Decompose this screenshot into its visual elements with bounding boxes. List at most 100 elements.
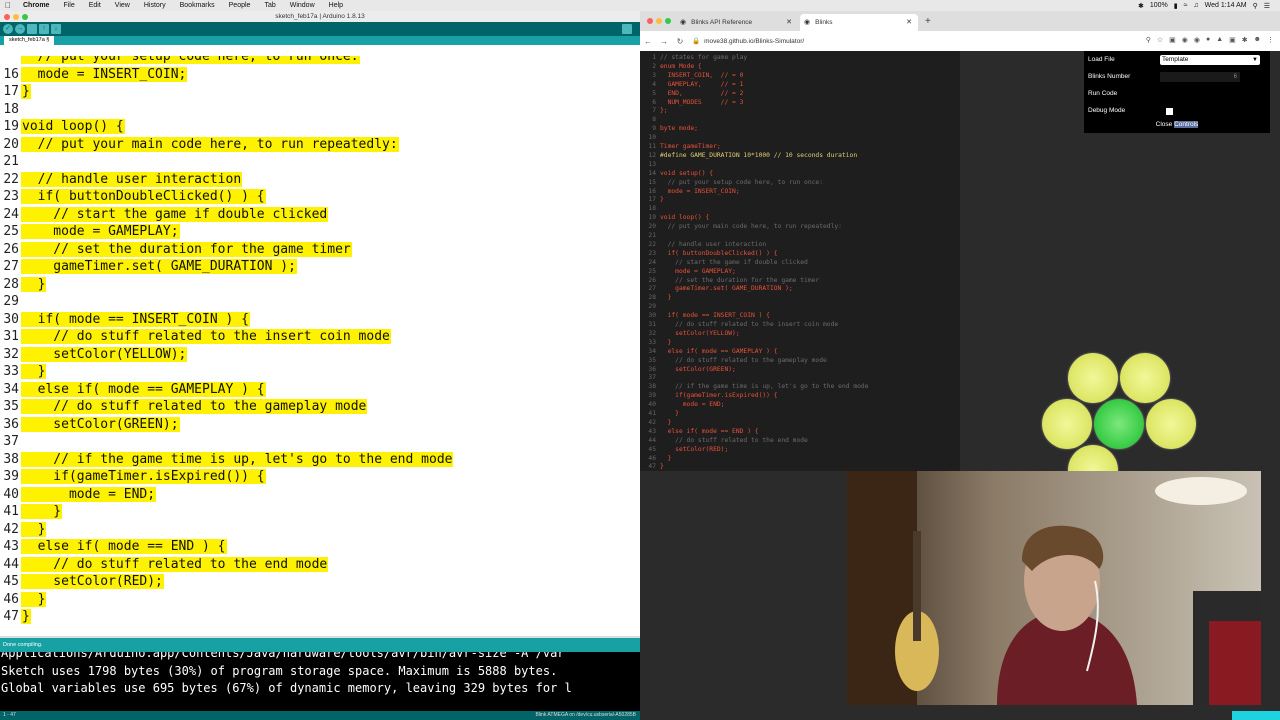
star-icon[interactable]: ☆ bbox=[1157, 36, 1163, 44]
puzzle-icon[interactable]: ✱ bbox=[1242, 36, 1248, 44]
zoom-icon[interactable]: ⚲ bbox=[1146, 36, 1151, 44]
code-line[interactable]: 37 bbox=[0, 433, 23, 451]
sim-code-line[interactable]: 36 setColor(GREEN); bbox=[640, 365, 735, 374]
code-line[interactable]: 24 // start the game if double clicked bbox=[0, 206, 329, 224]
upload-icon[interactable]: → bbox=[15, 24, 25, 34]
sim-code-line[interactable]: 10 bbox=[640, 133, 660, 142]
close-controls-button[interactable]: Close Controls bbox=[1084, 121, 1270, 133]
menubar-clock[interactable]: Wed 1:14 AM bbox=[1205, 2, 1247, 9]
code-line[interactable]: 18 bbox=[0, 101, 23, 119]
save-sketch-icon[interactable]: ↓ bbox=[51, 24, 61, 34]
code-line[interactable]: 33 } bbox=[0, 363, 47, 381]
sim-code-line[interactable]: 27 gameTimer.set( GAME_DURATION ); bbox=[640, 284, 792, 293]
sim-code-line[interactable]: 42 } bbox=[640, 418, 671, 427]
code-line[interactable]: // put your setup code here, to run once… bbox=[0, 56, 360, 66]
menu-edit[interactable]: Edit bbox=[82, 2, 108, 9]
sim-code-line[interactable]: 33 } bbox=[640, 338, 671, 347]
extension-icon[interactable]: ▣ bbox=[1169, 36, 1176, 44]
sim-code-line[interactable]: 45 setColor(RED); bbox=[640, 445, 728, 454]
code-line[interactable]: 22 // handle user interaction bbox=[0, 171, 243, 189]
serial-monitor-icon[interactable] bbox=[622, 24, 632, 34]
code-editor[interactable]: // put your setup code here, to run once… bbox=[0, 56, 640, 636]
menu-app-name[interactable]: Chrome bbox=[16, 2, 56, 9]
sim-code-line[interactable]: 39 if(gameTimer.isExpired()) { bbox=[640, 391, 777, 400]
sim-code-line[interactable]: 29 bbox=[640, 302, 660, 311]
menu-file[interactable]: File bbox=[56, 2, 81, 9]
code-line[interactable]: 25 mode = GAMEPLAY; bbox=[0, 223, 180, 241]
sim-code-line[interactable]: 38 // if the game time is up, let's go t… bbox=[640, 382, 868, 391]
verify-icon[interactable]: ✓ bbox=[3, 24, 13, 34]
volume-icon[interactable]: ♫ bbox=[1193, 2, 1198, 9]
code-line[interactable]: 31 // do stuff related to the insert coi… bbox=[0, 328, 391, 346]
sim-code-line[interactable]: 4 GAMEPLAY, // = 1 bbox=[640, 80, 743, 89]
avatar[interactable]: ☻ bbox=[1254, 36, 1261, 44]
load-file-select[interactable]: Template ▼ bbox=[1160, 55, 1260, 65]
sim-code-line[interactable]: 46 } bbox=[640, 454, 671, 463]
sim-code-line[interactable]: 15 // put your setup code here, to run o… bbox=[640, 178, 823, 187]
code-line[interactable]: 34 else if( mode == GAMEPLAY ) { bbox=[0, 381, 266, 399]
code-line[interactable]: 19 void loop() { bbox=[0, 118, 125, 136]
sim-code-line[interactable]: 16 mode = INSERT_COIN; bbox=[640, 187, 739, 196]
code-line[interactable]: 47} bbox=[0, 608, 31, 626]
sim-code-line[interactable]: 20 // put your main code here, to run re… bbox=[640, 222, 842, 231]
extension-icon[interactable]: ◉ bbox=[1182, 36, 1188, 44]
sim-code-line[interactable]: 44 // do stuff related to the end mode bbox=[640, 436, 807, 445]
sim-code-line[interactable]: 26 // set the duration for the game time… bbox=[640, 276, 819, 285]
blink-tile[interactable] bbox=[1068, 353, 1118, 403]
sim-code-line[interactable]: 3 INSERT_COIN, // = 0 bbox=[640, 71, 743, 80]
code-line[interactable]: 35 // do stuff related to the gameplay m… bbox=[0, 398, 368, 416]
code-line[interactable]: 23 if( buttonDoubleClicked() ) { bbox=[0, 188, 266, 206]
extension-icon[interactable]: ◉ bbox=[1194, 36, 1200, 44]
code-line[interactable]: 43 else if( mode == END ) { bbox=[0, 538, 227, 556]
code-line[interactable]: 16 mode = INSERT_COIN; bbox=[0, 66, 188, 84]
sim-code-line[interactable]: 2 enum Mode { bbox=[640, 62, 702, 71]
sim-code-line[interactable]: 14 void setup() { bbox=[640, 169, 713, 178]
tab-close-icon[interactable]: ✕ bbox=[786, 14, 792, 31]
url-field[interactable]: 🔒 move38.github.io/Blinks-Simulator/ bbox=[692, 37, 804, 46]
chrome-close-icon[interactable] bbox=[647, 18, 653, 24]
code-line[interactable]: 38 // if the game time is up, let's go t… bbox=[0, 451, 454, 469]
code-line[interactable]: 39 if(gameTimer.isExpired()) { bbox=[0, 468, 266, 486]
extension-icon[interactable]: ▲ bbox=[1216, 36, 1223, 44]
sim-code-line[interactable]: 6 NUM_MODES // = 3 bbox=[640, 98, 743, 107]
back-icon[interactable]: ← bbox=[640, 37, 656, 46]
code-line[interactable]: 45 setColor(RED); bbox=[0, 573, 164, 591]
bluetooth-icon[interactable]: ✱ bbox=[1138, 2, 1144, 10]
sim-code-line[interactable]: 22 // handle user interaction bbox=[640, 240, 766, 249]
sim-code-line[interactable]: 8 bbox=[640, 115, 660, 124]
blink-tile[interactable] bbox=[1120, 353, 1170, 403]
menu-bookmarks[interactable]: Bookmarks bbox=[173, 2, 222, 9]
code-line[interactable]: 26 // set the duration for the game time… bbox=[0, 241, 352, 259]
sim-code-line[interactable]: 24 // start the game if double clicked bbox=[640, 258, 807, 267]
sim-code-line[interactable]: 12 #define GAME_DURATION 10*1000 // 10 se… bbox=[640, 151, 857, 160]
menu-window[interactable]: Window bbox=[283, 2, 322, 9]
control-center-icon[interactable]: ☰ bbox=[1264, 2, 1270, 10]
sim-code-line[interactable]: 32 setColor(YELLOW); bbox=[640, 329, 739, 338]
sim-code-line[interactable]: 17} bbox=[640, 195, 663, 204]
apple-icon[interactable]:  bbox=[0, 1, 16, 10]
sim-code-line[interactable]: 30 if( mode == INSERT_COIN ) { bbox=[640, 311, 770, 320]
debug-mode-checkbox[interactable] bbox=[1166, 108, 1173, 115]
code-line[interactable]: 32 setColor(YELLOW); bbox=[0, 346, 188, 364]
tab-blinks-api[interactable]: ◉ Blinks API Reference ✕ bbox=[680, 14, 798, 31]
code-line[interactable]: 29 bbox=[0, 293, 23, 311]
menu-people[interactable]: People bbox=[222, 2, 258, 9]
sim-code-line[interactable]: 34 else if( mode == GAMEPLAY ) { bbox=[640, 347, 777, 356]
sim-code-line[interactable]: 21 bbox=[640, 231, 660, 240]
code-line[interactable]: 21 bbox=[0, 153, 23, 171]
code-line[interactable]: 40 mode = END; bbox=[0, 486, 157, 504]
blink-tile[interactable] bbox=[1146, 399, 1196, 449]
extension-icon[interactable]: ● bbox=[1206, 36, 1210, 44]
open-sketch-icon[interactable]: ↑ bbox=[39, 24, 49, 34]
simulator-code-editor[interactable]: 1// states for game play 2 enum Mode {3 IN… bbox=[640, 51, 960, 471]
forward-icon[interactable]: → bbox=[656, 37, 672, 46]
sim-code-line[interactable]: 40 mode = END; bbox=[640, 400, 724, 409]
reload-icon[interactable]: ↻ bbox=[672, 37, 688, 46]
code-line[interactable]: 28 } bbox=[0, 276, 47, 294]
blink-tile[interactable] bbox=[1094, 399, 1144, 449]
output-console[interactable]: Applications/Arduino.app/Contents/Java/h… bbox=[0, 652, 640, 720]
blink-tile[interactable] bbox=[1042, 399, 1092, 449]
chrome-zoom-icon[interactable] bbox=[665, 18, 671, 24]
code-line[interactable]: 17} bbox=[0, 83, 31, 101]
more-icon[interactable]: ⋮ bbox=[1267, 36, 1274, 44]
